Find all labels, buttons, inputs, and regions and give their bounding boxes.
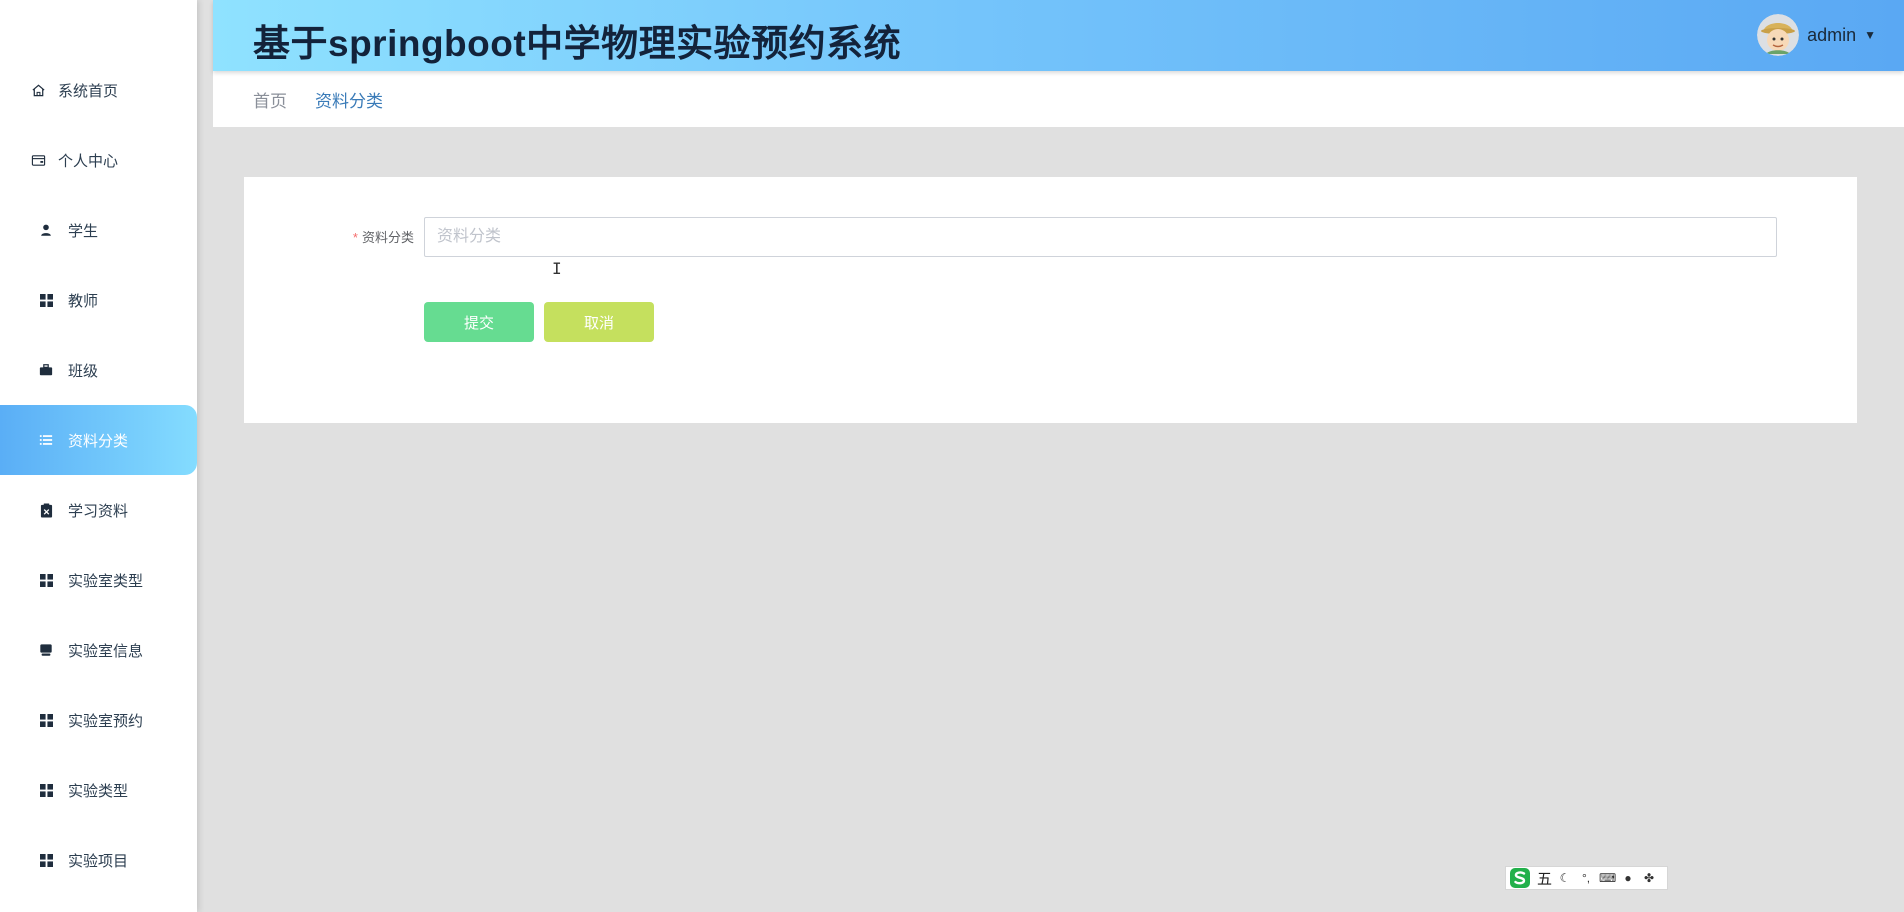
sidebar-item-label: 教师 [68,292,99,310]
form-row-material-category: *资料分类 I [244,217,1857,278]
sidebar-item-label: 系统首页 [58,82,119,100]
text-cursor-icon: I [552,259,562,278]
app-title: 基于springboot中学物理实验预约系统 [253,23,902,64]
sidebar-menu: 系统首页 个人中心 学生 教师 班级 资料分类 学习资料 实验室类型 实验室信息… [0,0,197,895]
home-icon [30,82,46,98]
user-menu[interactable]: admin ▼ [1757,14,1876,56]
sidebar-item-classes[interactable]: 班级 [0,335,197,405]
ime-toolbar: 五 ☾ °, ⌨ ● ✤ [1505,866,1668,890]
form-actions: 提交 取消 [424,302,654,342]
sidebar-item-home[interactable]: 系统首页 [0,55,197,125]
grid-icon [38,572,54,588]
submit-button[interactable]: 提交 [424,302,534,342]
sidebar-item-experiment-projects[interactable]: 实验项目 [0,825,197,895]
sidebar-item-material-category[interactable]: 资料分类 [0,405,197,475]
sidebar-item-students[interactable]: 学生 [0,195,197,265]
sidebar-item-label: 班级 [68,362,99,380]
sidebar-item-personal-center[interactable]: 个人中心 [0,125,197,195]
field-label: * 资料分类 [353,227,414,246]
grid-icon [38,782,54,798]
sidebar-item-study-materials[interactable]: 学习资料 [0,475,197,545]
grid-icon [38,852,54,868]
sogou-logo-icon[interactable] [1508,867,1532,889]
sidebar-item-lab-types[interactable]: 实验室类型 [0,545,197,615]
material-category-input[interactable] [424,217,1777,257]
sidebar: 系统首页 个人中心 学生 教师 班级 资料分类 学习资料 实验室类型 实验室信息… [0,0,197,912]
field-label-text: 资料分类 [361,230,414,245]
breadcrumb-home[interactable]: 首页 [253,87,287,112]
monitor-icon [38,642,54,658]
user-name[interactable]: admin [1807,25,1856,46]
grid-icon [38,712,54,728]
sidebar-item-teachers[interactable]: 教师 [0,265,197,335]
keyboard-icon[interactable]: ⌨ [1599,871,1616,885]
sidebar-item-experiment-types[interactable]: 实验类型 [0,755,197,825]
sidebar-item-label: 实验项目 [68,852,129,870]
breadcrumb-current: 资料分类 [315,91,383,111]
form-card: *资料分类 I 提交 取消 [244,177,1857,423]
sidebar-item-label: 学习资料 [68,502,129,520]
toolbox-icon[interactable]: ✤ [1641,871,1657,885]
avatar[interactable] [1757,14,1800,56]
punctuation-icon[interactable]: °, [1578,871,1594,885]
clipboard-icon [38,502,54,518]
sidebar-item-lab-info[interactable]: 实验室信息 [0,615,197,685]
sidebar-item-label: 学生 [68,222,99,240]
sidebar-item-label: 实验室信息 [68,642,144,660]
list-icon [38,432,54,448]
sidebar-item-label: 个人中心 [58,152,119,170]
briefcase-icon [38,362,54,378]
sidebar-item-label: 实验室类型 [68,572,144,590]
sidebar-item-label: 实验室预约 [68,712,144,730]
sidebar-item-lab-booking[interactable]: 实验室预约 [0,685,197,755]
cancel-button[interactable]: 取消 [544,302,654,342]
person-icon[interactable]: ● [1620,871,1636,885]
user-icon [38,222,54,238]
caret-down-icon[interactable]: ▼ [1864,28,1876,42]
ime-mode-label[interactable]: 五 [1537,868,1552,889]
moon-icon[interactable]: ☾ [1557,871,1573,885]
sidebar-item-label: 资料分类 [68,432,129,450]
grid-icon [38,292,54,308]
required-mark: * [352,230,358,245]
sidebar-item-label: 实验类型 [68,782,129,800]
top-header: 基于springboot中学物理实验预约系统 admin ▼ [213,0,1904,71]
breadcrumb: 首页 资料分类 [213,71,1904,127]
wallet-icon [30,152,46,168]
